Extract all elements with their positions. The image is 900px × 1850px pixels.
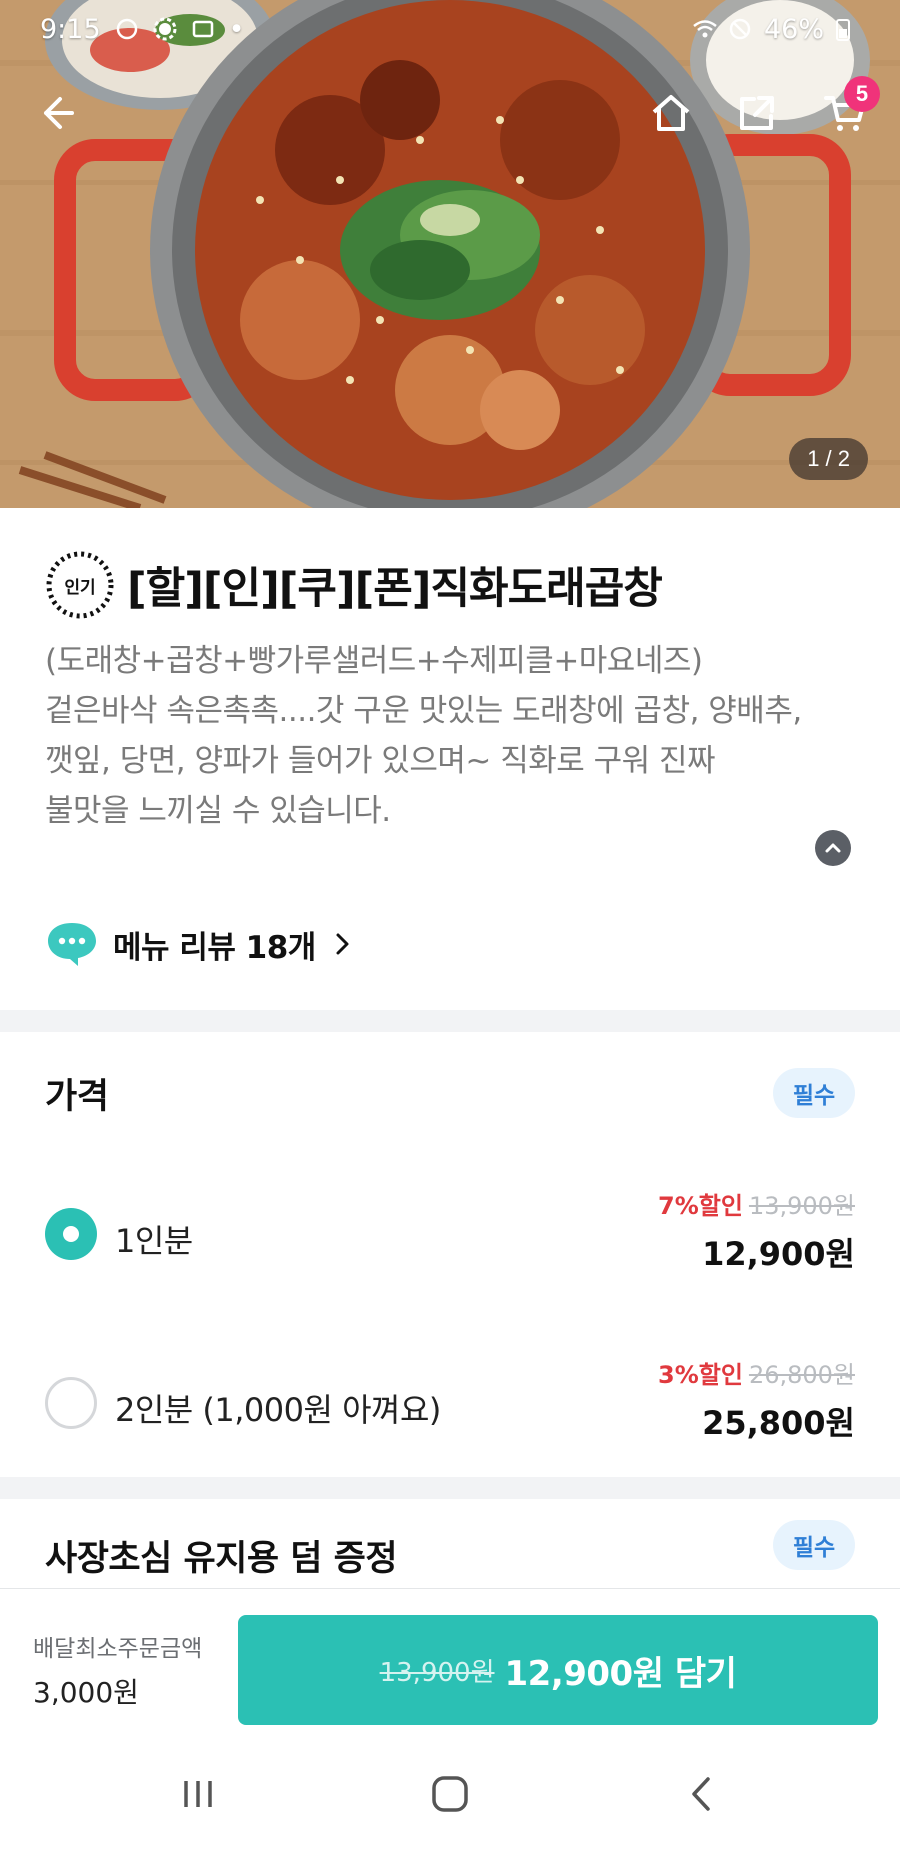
recent-apps-icon xyxy=(184,1781,212,1807)
settings-icon xyxy=(153,17,177,41)
final-price: 12,900원 xyxy=(702,1235,855,1273)
back-button[interactable] xyxy=(22,80,88,146)
radio-selected-icon[interactable] xyxy=(45,1208,97,1260)
share-button[interactable] xyxy=(724,80,790,146)
gift-section-title: 사장초심 유지용 덤 증정 xyxy=(45,1539,398,1579)
speech-bubble-icon xyxy=(48,923,96,966)
wifi-icon xyxy=(692,17,717,41)
description-line: 깻잎, 당면, 양파가 들어가 있으며~ 직화로 구워 진짜 xyxy=(45,743,716,779)
cart-count-badge: 5 xyxy=(844,76,880,112)
add-button-label: 12,900원 담기 xyxy=(504,1653,737,1694)
add-button-original-price: 13,900원 xyxy=(379,1657,495,1688)
price-section-title: 가격 xyxy=(45,1077,109,1117)
top-navigation: 5 xyxy=(0,76,900,150)
menu-info-section: 인기 [할][인][쿠][폰]직화도래곱창 (도래창+곱창+빵가루샐러드+수제피… xyxy=(0,508,900,1010)
home-square-icon xyxy=(432,1776,468,1812)
radio-unselected-icon[interactable] xyxy=(45,1377,97,1429)
gift-section: 사장초심 유지용 덤 증정 필수 xyxy=(0,1500,900,1588)
status-bar: 9:15 • 46% xyxy=(0,0,900,58)
home-button[interactable] xyxy=(638,80,704,146)
option-label: 1인분 xyxy=(115,1222,193,1260)
min-order-label: 배달최소주문금액 xyxy=(33,1636,203,1662)
description-line: 불맛을 느끼실 수 있습니다. xyxy=(45,793,391,829)
battery-level: 46% xyxy=(763,13,824,45)
final-price: 25,800원 xyxy=(702,1404,855,1442)
collapse-description-button[interactable] xyxy=(815,830,851,866)
share-icon xyxy=(740,96,774,130)
battery-icon xyxy=(836,17,860,41)
menu-description: (도래창+곱창+빵가루샐러드+수제피클+마요네즈) 겉은바삭 속은촉촉....갓… xyxy=(45,636,865,836)
system-navigation-bar xyxy=(0,1738,900,1850)
section-divider xyxy=(0,1477,900,1499)
more-notifications-icon: • xyxy=(228,13,245,45)
recent-apps-button[interactable] xyxy=(168,1772,228,1816)
back-nav-button[interactable] xyxy=(672,1772,732,1816)
message-icon xyxy=(191,17,215,41)
required-badge: 필수 xyxy=(773,1068,855,1118)
min-order-value: 3,000원 xyxy=(33,1676,139,1709)
status-time: 9:15 xyxy=(40,13,101,45)
original-price: 26,800원 xyxy=(748,1361,855,1389)
price-section: 가격 필수 1인분 7%할인 13,900원 12,900원 2인분 (1,000… xyxy=(0,1032,900,1477)
required-badge: 필수 xyxy=(773,1520,855,1570)
home-nav-button[interactable] xyxy=(420,1772,480,1816)
home-icon xyxy=(652,95,690,131)
menu-review-label: 메뉴 리뷰 18개 xyxy=(113,929,316,966)
order-bottom-bar: 배달최소주문금액 3,000원 13,900원 12,900원 담기 xyxy=(0,1588,900,1738)
cart-button[interactable]: 5 xyxy=(812,76,880,146)
add-to-cart-button[interactable]: 13,900원 12,900원 담기 xyxy=(238,1615,878,1725)
menu-review-link[interactable]: 메뉴 리뷰 18개 xyxy=(45,920,354,968)
image-page-indicator: 1 / 2 xyxy=(789,438,868,480)
back-chevron-icon xyxy=(692,1777,710,1811)
popular-badge-text: 인기 xyxy=(64,577,96,598)
section-divider xyxy=(0,1010,900,1032)
option-label: 2인분 (1,000원 아껴요) xyxy=(115,1391,441,1429)
discount-rate: 3%할인 xyxy=(658,1361,743,1389)
title-row: 인기 [할][인][쿠][폰]직화도래곱창 xyxy=(45,550,663,620)
description-line: 겉은바삭 속은촉촉....갓 구운 맛있는 도래창에 곱창, 양배추, xyxy=(45,693,802,729)
option-price: 7%할인 13,900원 12,900원 xyxy=(658,1186,855,1275)
menu-title: [할][인][쿠][폰]직화도래곱창 xyxy=(127,564,663,614)
minimum-order: 배달최소주문금액 3,000원 xyxy=(33,1629,202,1711)
chevron-up-icon xyxy=(825,843,841,853)
back-arrow-icon xyxy=(44,97,74,129)
notification-icon xyxy=(115,17,139,41)
chevron-right-icon xyxy=(336,933,349,955)
price-option-2[interactable]: 2인분 (1,000원 아껴요) 3%할인 26,800원 25,800원 xyxy=(45,1361,855,1445)
popular-badge: 인기 xyxy=(45,550,115,620)
menu-photo[interactable]: 9:15 • 46% 5 1 / 2 xyxy=(0,0,900,508)
discount-rate: 7%할인 xyxy=(658,1192,743,1220)
do-not-disturb-icon xyxy=(728,17,752,41)
food-illustration xyxy=(0,0,900,508)
option-price: 3%할인 26,800원 25,800원 xyxy=(658,1355,855,1444)
price-option-1[interactable]: 1인분 7%할인 13,900원 12,900원 xyxy=(45,1192,855,1276)
original-price: 13,900원 xyxy=(748,1192,855,1220)
description-line: (도래창+곱창+빵가루샐러드+수제피클+마요네즈) xyxy=(45,643,703,679)
